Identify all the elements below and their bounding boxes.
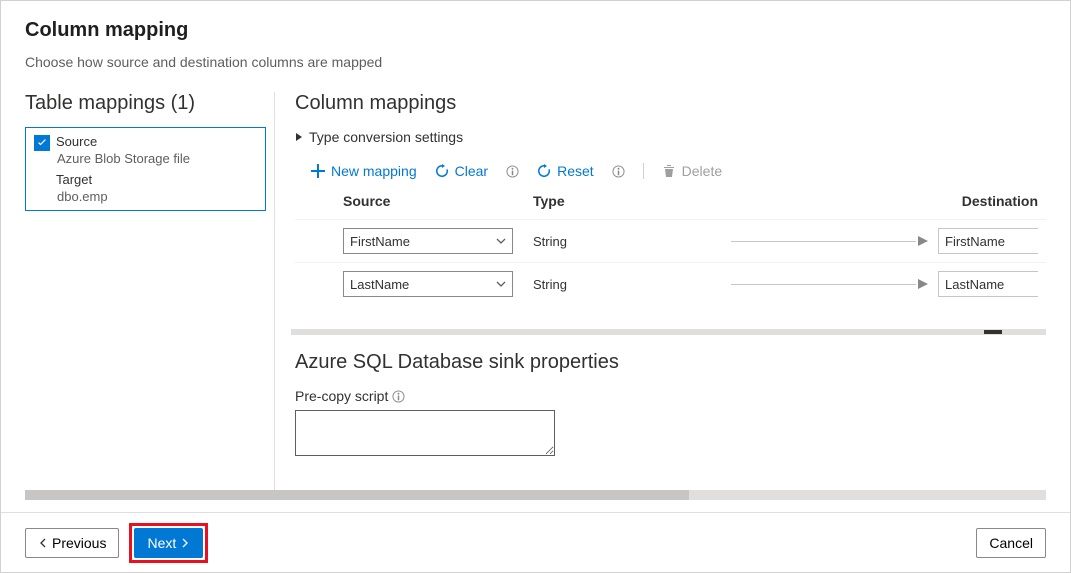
next-button[interactable]: Next [134, 528, 203, 558]
grip-icon [984, 330, 1002, 334]
chevron-down-icon [496, 279, 506, 289]
sink-properties-title: Azure SQL Database sink properties [295, 351, 1046, 374]
scrollbar-thumb[interactable] [25, 490, 689, 500]
target-label: Target [56, 172, 190, 187]
col-destination: Destination [928, 193, 1038, 209]
pane-splitter[interactable] [291, 329, 1046, 335]
horizontal-scrollbar[interactable] [25, 490, 1046, 500]
reset-info-icon[interactable] [612, 165, 625, 178]
chevron-down-icon [496, 236, 506, 246]
clear-button[interactable]: Clear [435, 163, 488, 179]
wizard-frame: Column mapping Choose how source and des… [0, 0, 1071, 573]
col-type: Type [533, 193, 731, 209]
mapping-table: Source Type Destination FirstName String [295, 193, 1046, 305]
previous-button[interactable]: Previous [25, 528, 119, 558]
type-cell: String [533, 277, 731, 292]
mapping-row: LastName String LastName [295, 262, 1046, 305]
column-mappings-pane: Column mappings Type conversion settings… [275, 92, 1046, 492]
table-mappings-title: Table mappings (1) [25, 92, 266, 115]
trash-icon [662, 164, 676, 178]
page-title: Column mapping [25, 19, 1046, 42]
table-mappings-pane: Table mappings (1) Source Azure Blob Sto… [25, 92, 275, 492]
type-cell: String [533, 234, 731, 249]
precopy-info-icon[interactable] [392, 390, 405, 403]
wizard-footer: Previous Next Cancel [1, 512, 1070, 572]
cancel-button[interactable]: Cancel [976, 528, 1046, 558]
new-mapping-button[interactable]: New mapping [311, 163, 417, 179]
toolbar-separator [643, 163, 644, 179]
refresh-icon [435, 164, 449, 178]
page-subtitle: Choose how source and destination column… [25, 54, 1046, 70]
precopy-script-input[interactable] [295, 410, 555, 456]
target-value: dbo.emp [57, 189, 190, 204]
checkbox-icon[interactable] [34, 135, 50, 151]
plus-icon [311, 164, 325, 178]
type-conversion-expander[interactable]: Type conversion settings [295, 129, 1046, 145]
mapping-toolbar: New mapping Clear Reset [311, 163, 1046, 179]
triangle-right-icon [295, 133, 303, 141]
arrow-icon [731, 277, 929, 292]
chevron-right-icon [180, 538, 190, 548]
destination-field[interactable]: FirstName [938, 228, 1038, 254]
source-select[interactable]: FirstName [343, 228, 513, 254]
chevron-left-icon [38, 538, 48, 548]
arrow-icon [731, 234, 929, 249]
col-source: Source [343, 193, 533, 209]
mapping-card[interactable]: Source Azure Blob Storage file Target db… [25, 127, 266, 211]
type-conversion-label: Type conversion settings [309, 129, 463, 145]
precopy-label: Pre-copy script [295, 388, 388, 404]
source-label: Source [56, 134, 190, 149]
mapping-row: FirstName String FirstName [295, 219, 1046, 262]
reset-icon [537, 164, 551, 178]
reset-button[interactable]: Reset [537, 163, 594, 179]
source-value: Azure Blob Storage file [57, 151, 190, 166]
highlight-box: Next [129, 523, 208, 563]
clear-info-icon[interactable] [506, 165, 519, 178]
source-select[interactable]: LastName [343, 271, 513, 297]
column-mappings-title: Column mappings [295, 92, 1046, 115]
destination-field[interactable]: LastName [938, 271, 1038, 297]
delete-button: Delete [662, 163, 722, 179]
